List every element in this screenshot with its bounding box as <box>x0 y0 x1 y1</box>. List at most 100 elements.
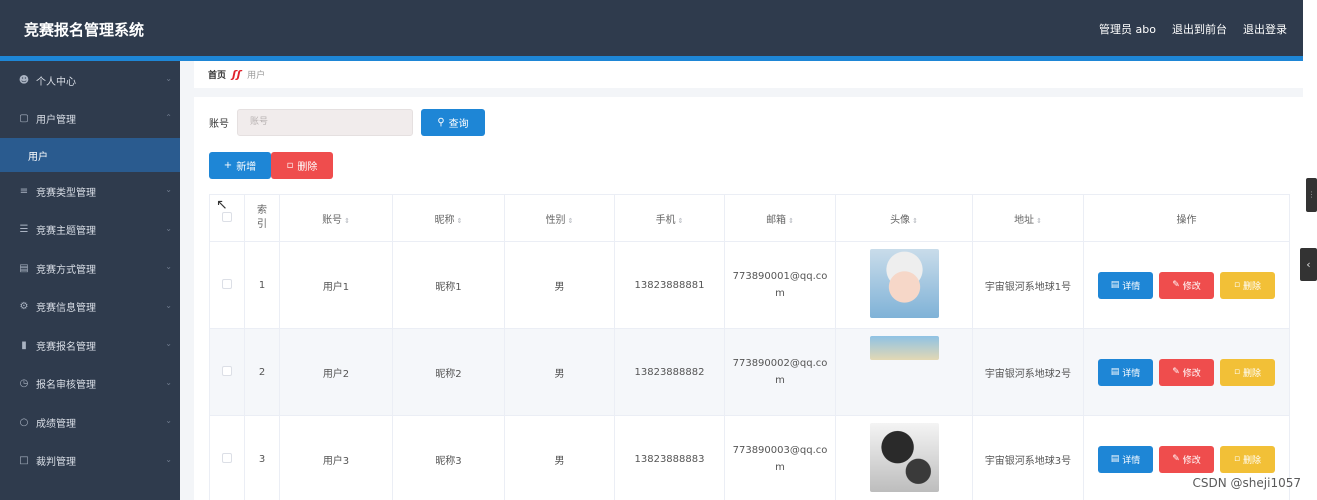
cell-account: 用户2 <box>279 328 393 416</box>
detail-button[interactable]: ▤ 详情 <box>1098 358 1153 386</box>
row-delete-button[interactable]: ▫ 删除 <box>1220 358 1275 386</box>
row-delete-button[interactable]: ▫ 删除 <box>1220 271 1275 299</box>
column-header-gender[interactable]: 性别 ⇕ <box>504 194 615 242</box>
chevron-down-icon: ⌄ <box>165 185 172 194</box>
sort-icon[interactable]: ⇕ <box>678 217 684 225</box>
cell-email: 773890001@qq.co m <box>724 241 836 329</box>
sort-icon[interactable]: ⇕ <box>1036 217 1042 225</box>
add-button[interactable]: + 新增 <box>209 152 271 179</box>
row-checkbox[interactable] <box>222 452 232 463</box>
sort-icon[interactable]: ⇕ <box>457 217 463 225</box>
cell-nickname: 昵称3 <box>392 415 505 500</box>
sidebar-item-label: 报名审核管理 <box>36 380 96 392</box>
header-label: 地址 <box>1014 214 1035 226</box>
column-header-ops: 操作 <box>1083 194 1290 242</box>
collapse-panel-icon[interactable]: ‹ <box>1300 248 1317 281</box>
sidebar-item-judges[interactable]: □ 裁判管理 ⌄ <box>0 442 180 481</box>
header-label: 索引 <box>257 205 267 230</box>
cell-avatar <box>835 415 973 500</box>
query-button[interactable]: ⚲ 查询 <box>421 109 485 136</box>
logout-link[interactable]: 退出登录 <box>1243 21 1287 37</box>
document-icon: ▤ <box>1110 280 1120 290</box>
detail-button[interactable]: ▤ 详情 <box>1098 445 1153 473</box>
header-actions: 管理员 abo 退出到前台 退出登录 <box>1099 21 1287 37</box>
sidebar-item-profile[interactable]: ☻ 个人中心 ⌄ <box>0 61 180 100</box>
chevron-down-icon: ⌄ <box>165 377 172 387</box>
sidebar-subitem-users[interactable]: 用户 <box>0 138 180 172</box>
sort-icon[interactable]: ⇕ <box>788 217 794 225</box>
row-delete-label: 删除 <box>1243 455 1262 466</box>
sort-icon[interactable]: ⇕ <box>568 217 574 225</box>
sidebar-item-scores[interactable]: ○ 成绩管理 ⌄ <box>0 403 180 442</box>
search-input[interactable]: 账号 <box>237 109 413 136</box>
avatar-photo[interactable] <box>869 423 939 492</box>
breadcrumb: 首页 ʃʃ 用户 <box>194 61 1303 88</box>
cell-address: 宇宙银河系地球1号 <box>972 241 1084 329</box>
sidebar-item-label: 竞赛主题管理 <box>36 226 96 238</box>
sort-icon[interactable]: ⇕ <box>344 217 350 225</box>
row-select-cell[interactable] <box>209 241 245 329</box>
table-header-row: 索引 账号 ⇕ 昵称 ⇕ 性别 ⇕ 手机 ⇕ 邮箱 ⇕ 头像 ⇕ 地址 ⇕ 操作 <box>209 194 1290 242</box>
row-checkbox[interactable] <box>222 278 232 289</box>
row-actions: ▤ 详情 ✎ 修改 ▫ 删除 <box>1084 358 1289 386</box>
sidebar-item-contest-method[interactable]: ▤ 竞赛方式管理 ⌄ <box>0 249 180 288</box>
column-header-account[interactable]: 账号 ⇕ <box>279 194 393 242</box>
sort-icon[interactable]: ⇕ <box>912 217 918 225</box>
edit-button[interactable]: ✎ 修改 <box>1159 358 1214 386</box>
clock-icon: ◷ <box>19 378 29 390</box>
cell-ops: ▤ 详情 ✎ 修改 ▫ 删除 <box>1083 241 1290 329</box>
cell-gender: 男 <box>504 415 615 500</box>
column-header-avatar[interactable]: 头像 ⇕ <box>835 194 973 242</box>
cell-index: 1 <box>244 241 280 329</box>
column-header-address[interactable]: 地址 ⇕ <box>972 194 1084 242</box>
cell-avatar <box>835 328 973 416</box>
row-delete-button[interactable]: ▫ 删除 <box>1220 445 1275 473</box>
column-header-phone[interactable]: 手机 ⇕ <box>614 194 725 242</box>
cell-address: 宇宙银河系地球3号 <box>972 415 1084 500</box>
row-checkbox[interactable] <box>222 365 232 376</box>
breadcrumb-current: 用户 <box>247 71 266 81</box>
sliders-icon: ≡ <box>19 185 29 197</box>
to-front-link[interactable]: 退出到前台 <box>1172 21 1227 37</box>
sidebar-item-user-management[interactable]: ▢ 用户管理 ⌃ <box>0 100 180 139</box>
column-header-email[interactable]: 邮箱 ⇕ <box>724 194 836 242</box>
sidebar-item-contest-theme[interactable]: ☰ 竞赛主题管理 ⌄ <box>0 211 180 250</box>
chevron-down-icon: ⌄ <box>165 339 172 348</box>
sidebar-item-review[interactable]: ◷ 报名审核管理 ⌄ <box>0 365 180 404</box>
bar-chart-icon: ▮ <box>21 339 27 351</box>
admin-label: 管理员 abo <box>1099 23 1156 36</box>
avatar-photo[interactable] <box>869 336 939 360</box>
header-label: 账号 <box>322 214 343 226</box>
cell-address: 宇宙银河系地球2号 <box>972 328 1084 416</box>
delete-button[interactable]: ▫ 删除 <box>271 152 333 179</box>
chevron-down-icon: ⌄ <box>165 454 172 464</box>
detail-button[interactable]: ▤ 详情 <box>1098 271 1153 299</box>
sidebar-item-registration[interactable]: ▮ 竞赛报名管理 ⌄ <box>0 326 180 365</box>
select-all-checkbox[interactable] <box>222 211 232 222</box>
cell-phone: 13823888883 <box>614 415 725 500</box>
sidebar-item-contest-type[interactable]: ≡ 竞赛类型管理 ⌄ <box>0 172 180 211</box>
chevron-down-icon: ⌄ <box>165 416 172 425</box>
cell-account: 用户3 <box>279 415 393 500</box>
avatar-photo[interactable] <box>869 249 939 318</box>
table-row: 3 用户3 昵称3 男 13823888883 773890003@qq.co m… <box>209 415 1290 500</box>
add-button-label: 新增 <box>236 162 257 173</box>
edit-button[interactable]: ✎ 修改 <box>1159 445 1214 473</box>
frame-icon: □ <box>19 455 29 467</box>
breadcrumb-home[interactable]: 首页 <box>208 68 226 81</box>
header-label: 操作 <box>1176 214 1197 226</box>
drag-handle-icon[interactable]: ⋮ <box>1306 178 1317 212</box>
column-header-nickname[interactable]: 昵称 ⇕ <box>392 194 505 242</box>
cell-phone: 13823888882 <box>614 328 725 416</box>
sidebar-item-contest-info[interactable]: ⚙ 竞赛信息管理 ⌄ <box>0 288 180 327</box>
user-table: 索引 账号 ⇕ 昵称 ⇕ 性别 ⇕ 手机 ⇕ 邮箱 ⇕ 头像 ⇕ 地址 ⇕ 操作 1 <box>209 194 1290 500</box>
detail-label: 详情 <box>1122 455 1141 466</box>
row-select-cell[interactable] <box>209 328 245 416</box>
edit-button[interactable]: ✎ 修改 <box>1159 271 1214 299</box>
document-icon: ▤ <box>1110 367 1120 377</box>
header-label: 昵称 <box>434 214 455 226</box>
search-label: 账号 <box>209 119 229 130</box>
sidebar-item-label: 个人中心 <box>36 76 76 88</box>
watermark: CSDN @sheji1057 <box>1192 476 1301 490</box>
row-select-cell[interactable] <box>209 415 245 500</box>
